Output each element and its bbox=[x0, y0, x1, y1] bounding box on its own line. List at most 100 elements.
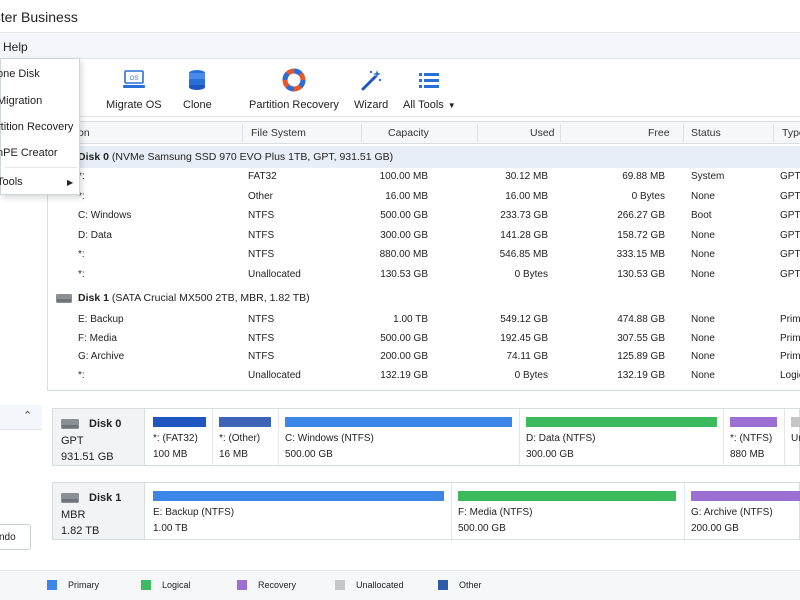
partition-row[interactable]: C: Windows NTFS 500.00 GB 233.73 GB 266.27 G… bbox=[48, 207, 800, 226]
cell-file-system: NTFS bbox=[248, 314, 275, 325]
cell-capacity: 500.00 GB bbox=[380, 332, 428, 344]
clone-label: Clone bbox=[183, 99, 212, 111]
panel-header: ⌃ bbox=[0, 405, 42, 430]
menu-item-tools[interactable]: Tools ▶ bbox=[0, 176, 81, 188]
cell-file-system: NTFS bbox=[248, 351, 275, 362]
cell-capacity: 300.00 GB bbox=[380, 229, 428, 241]
cell-type: GPT bbox=[780, 249, 800, 260]
partition-block[interactable]: *: (NTFS) 880 MB bbox=[723, 409, 783, 465]
cell-type: Prima bbox=[780, 332, 800, 344]
submenu-arrow-icon: ▶ bbox=[67, 178, 74, 187]
migrate-os-button[interactable]: OS Migrate OS bbox=[106, 67, 162, 111]
migrate-os-icon: OS bbox=[121, 67, 147, 93]
cell-free: 266.27 GB bbox=[617, 210, 665, 221]
partition-row[interactable]: *: Other 16.00 MB 16.00 MB 0 Bytes None GPT bbox=[48, 188, 800, 207]
menu-help[interactable]: Help bbox=[3, 40, 28, 54]
cell-status: None bbox=[691, 351, 715, 362]
partition-block[interactable]: E: Backup (NTFS) 1.00 TB bbox=[153, 483, 444, 539]
list-icon bbox=[416, 67, 442, 93]
caret-down-icon: ▼ bbox=[447, 101, 456, 110]
menu-bar: Help bbox=[0, 33, 800, 59]
col-free[interactable]: Free bbox=[648, 127, 670, 139]
cell-used: 549.12 GB bbox=[500, 314, 548, 325]
col-used[interactable]: Used bbox=[530, 127, 555, 139]
partition-row[interactable]: *: NTFS 880.00 MB 546.85 MB 333.15 MB None GPT bbox=[48, 246, 800, 265]
menu-item-migration[interactable]: Migration bbox=[0, 95, 42, 107]
disk-map-info: Disk 0 GPT 931.51 GB bbox=[53, 409, 145, 465]
partition-bar bbox=[153, 491, 444, 501]
partition-bar bbox=[526, 417, 717, 427]
hard-disk-icon bbox=[56, 294, 72, 303]
col-file-system[interactable]: File System bbox=[251, 127, 306, 139]
col-capacity[interactable]: Capacity bbox=[388, 127, 429, 139]
svg-text:OS: OS bbox=[129, 76, 138, 82]
cell-status: None bbox=[691, 332, 715, 344]
cell-capacity: 880.00 MB bbox=[379, 249, 428, 260]
cell-status: None bbox=[691, 229, 715, 241]
disk-map-0[interactable]: Disk 0 GPT 931.51 GB *: (FAT32) 100 MB *:… bbox=[52, 408, 800, 466]
cell-file-system: Unallocated bbox=[248, 268, 301, 280]
cell-type: Prima bbox=[780, 314, 800, 325]
partition-block[interactable]: D: Data (NTFS) 300.00 GB bbox=[519, 409, 720, 465]
menu-item-clone-disk[interactable]: one Disk bbox=[0, 68, 40, 80]
partition-table: on File System Capacity Used Free Status… bbox=[47, 121, 800, 391]
cell-status: None bbox=[691, 190, 715, 202]
col-type[interactable]: Type bbox=[782, 127, 800, 139]
all-tools-button[interactable]: All Tools ▼ bbox=[403, 67, 456, 111]
chevron-up-icon[interactable]: ⌃ bbox=[23, 409, 32, 422]
cell-partition: G: Archive bbox=[78, 351, 125, 362]
menu-item-winpe-creator[interactable]: nPE Creator bbox=[0, 147, 58, 159]
partition-row[interactable]: F: Media NTFS 500.00 GB 192.45 GB 307.55 GB N… bbox=[48, 330, 800, 349]
window-title: aster Business bbox=[0, 9, 78, 25]
cell-used: 74.11 GB bbox=[506, 351, 548, 362]
wizard-label: Wizard bbox=[354, 99, 389, 111]
cell-partition: *: bbox=[78, 369, 85, 381]
menu-item-partition-recovery[interactable]: rtition Recovery bbox=[0, 121, 73, 133]
partition-bar bbox=[219, 417, 271, 427]
cell-status: System bbox=[691, 171, 725, 182]
cell-type: GPT bbox=[780, 171, 800, 182]
partition-block[interactable]: C: Windows (NTFS) 500.00 GB bbox=[278, 409, 513, 465]
cell-file-system: Other bbox=[248, 190, 274, 202]
partition-block[interactable]: *: (FAT32) 100 MB bbox=[153, 409, 206, 465]
clone-button[interactable]: Clone bbox=[183, 67, 212, 111]
partition-row[interactable]: D: Data NTFS 300.00 GB 141.28 GB 158.72 GB No… bbox=[48, 227, 800, 246]
cell-type: GPT bbox=[780, 268, 800, 280]
legend-bar: Primary Logical Recovery Unallocated Oth… bbox=[0, 570, 800, 600]
cell-file-system: NTFS bbox=[248, 249, 275, 260]
partition-bar bbox=[791, 417, 800, 427]
disk-label: Disk 1 (SATA Crucial MX500 2TB, MBR, 1.8… bbox=[78, 292, 310, 304]
partition-recovery-label: Partition Recovery bbox=[249, 99, 339, 111]
cell-free: 333.15 MB bbox=[616, 249, 665, 260]
disk-row-1[interactable]: Disk 1 (SATA Crucial MX500 2TB, MBR, 1.8… bbox=[48, 287, 800, 309]
magic-wand-icon bbox=[358, 67, 384, 93]
disk-map-1[interactable]: Disk 1 MBR 1.82 TB E: Backup (NTFS) 1.00 … bbox=[52, 482, 800, 540]
partition-block[interactable]: *: (Other) 16 MB bbox=[212, 409, 272, 465]
cell-file-system: NTFS bbox=[248, 210, 275, 221]
partition-block[interactable]: F: Media (NTFS) 500.00 GB bbox=[451, 483, 677, 539]
cell-partition: *: bbox=[78, 249, 85, 260]
hard-disk-icon bbox=[61, 493, 79, 503]
col-status[interactable]: Status bbox=[691, 127, 721, 139]
partition-row[interactable]: *: FAT32 100.00 MB 30.12 MB 69.88 MB System GP… bbox=[48, 168, 800, 187]
cell-status: None bbox=[691, 268, 715, 280]
cell-partition: *: bbox=[78, 268, 85, 280]
partition-block[interactable]: Un bbox=[784, 409, 800, 465]
undo-button[interactable]: ndo bbox=[0, 524, 31, 550]
migrate-os-label: Migrate OS bbox=[106, 99, 162, 111]
partition-block[interactable]: G: Archive (NTFS) 200.00 GB bbox=[684, 483, 800, 539]
partition-row[interactable]: G: Archive NTFS 200.00 GB 74.11 GB 125.89 GB… bbox=[48, 348, 800, 367]
cell-used: 141.28 GB bbox=[500, 229, 548, 241]
partition-recovery-button[interactable]: Partition Recovery bbox=[249, 67, 339, 111]
partition-row[interactable]: *: Unallocated 130.53 GB 0 Bytes 130.53 GB No… bbox=[48, 266, 800, 285]
disk-label: Disk 0 (NVMe Samsung SSD 970 EVO Plus 1T… bbox=[78, 151, 394, 163]
partition-row[interactable]: E: Backup NTFS 1.00 TB 549.12 GB 474.88 GB No… bbox=[48, 311, 800, 330]
wizard-button[interactable]: Wizard bbox=[354, 67, 388, 111]
partition-bar bbox=[458, 491, 676, 501]
partition-row[interactable]: *: Unallocated 132.19 GB 0 Bytes 132.19 GB No… bbox=[48, 367, 800, 386]
cell-capacity: 500.00 GB bbox=[380, 210, 428, 221]
disk-row-0[interactable]: Disk 0 (NVMe Samsung SSD 970 EVO Plus 1T… bbox=[48, 146, 800, 168]
cell-capacity: 1.00 TB bbox=[393, 314, 428, 325]
disk-name: Disk 0 bbox=[89, 418, 122, 430]
cell-partition: D: Data bbox=[78, 229, 112, 241]
